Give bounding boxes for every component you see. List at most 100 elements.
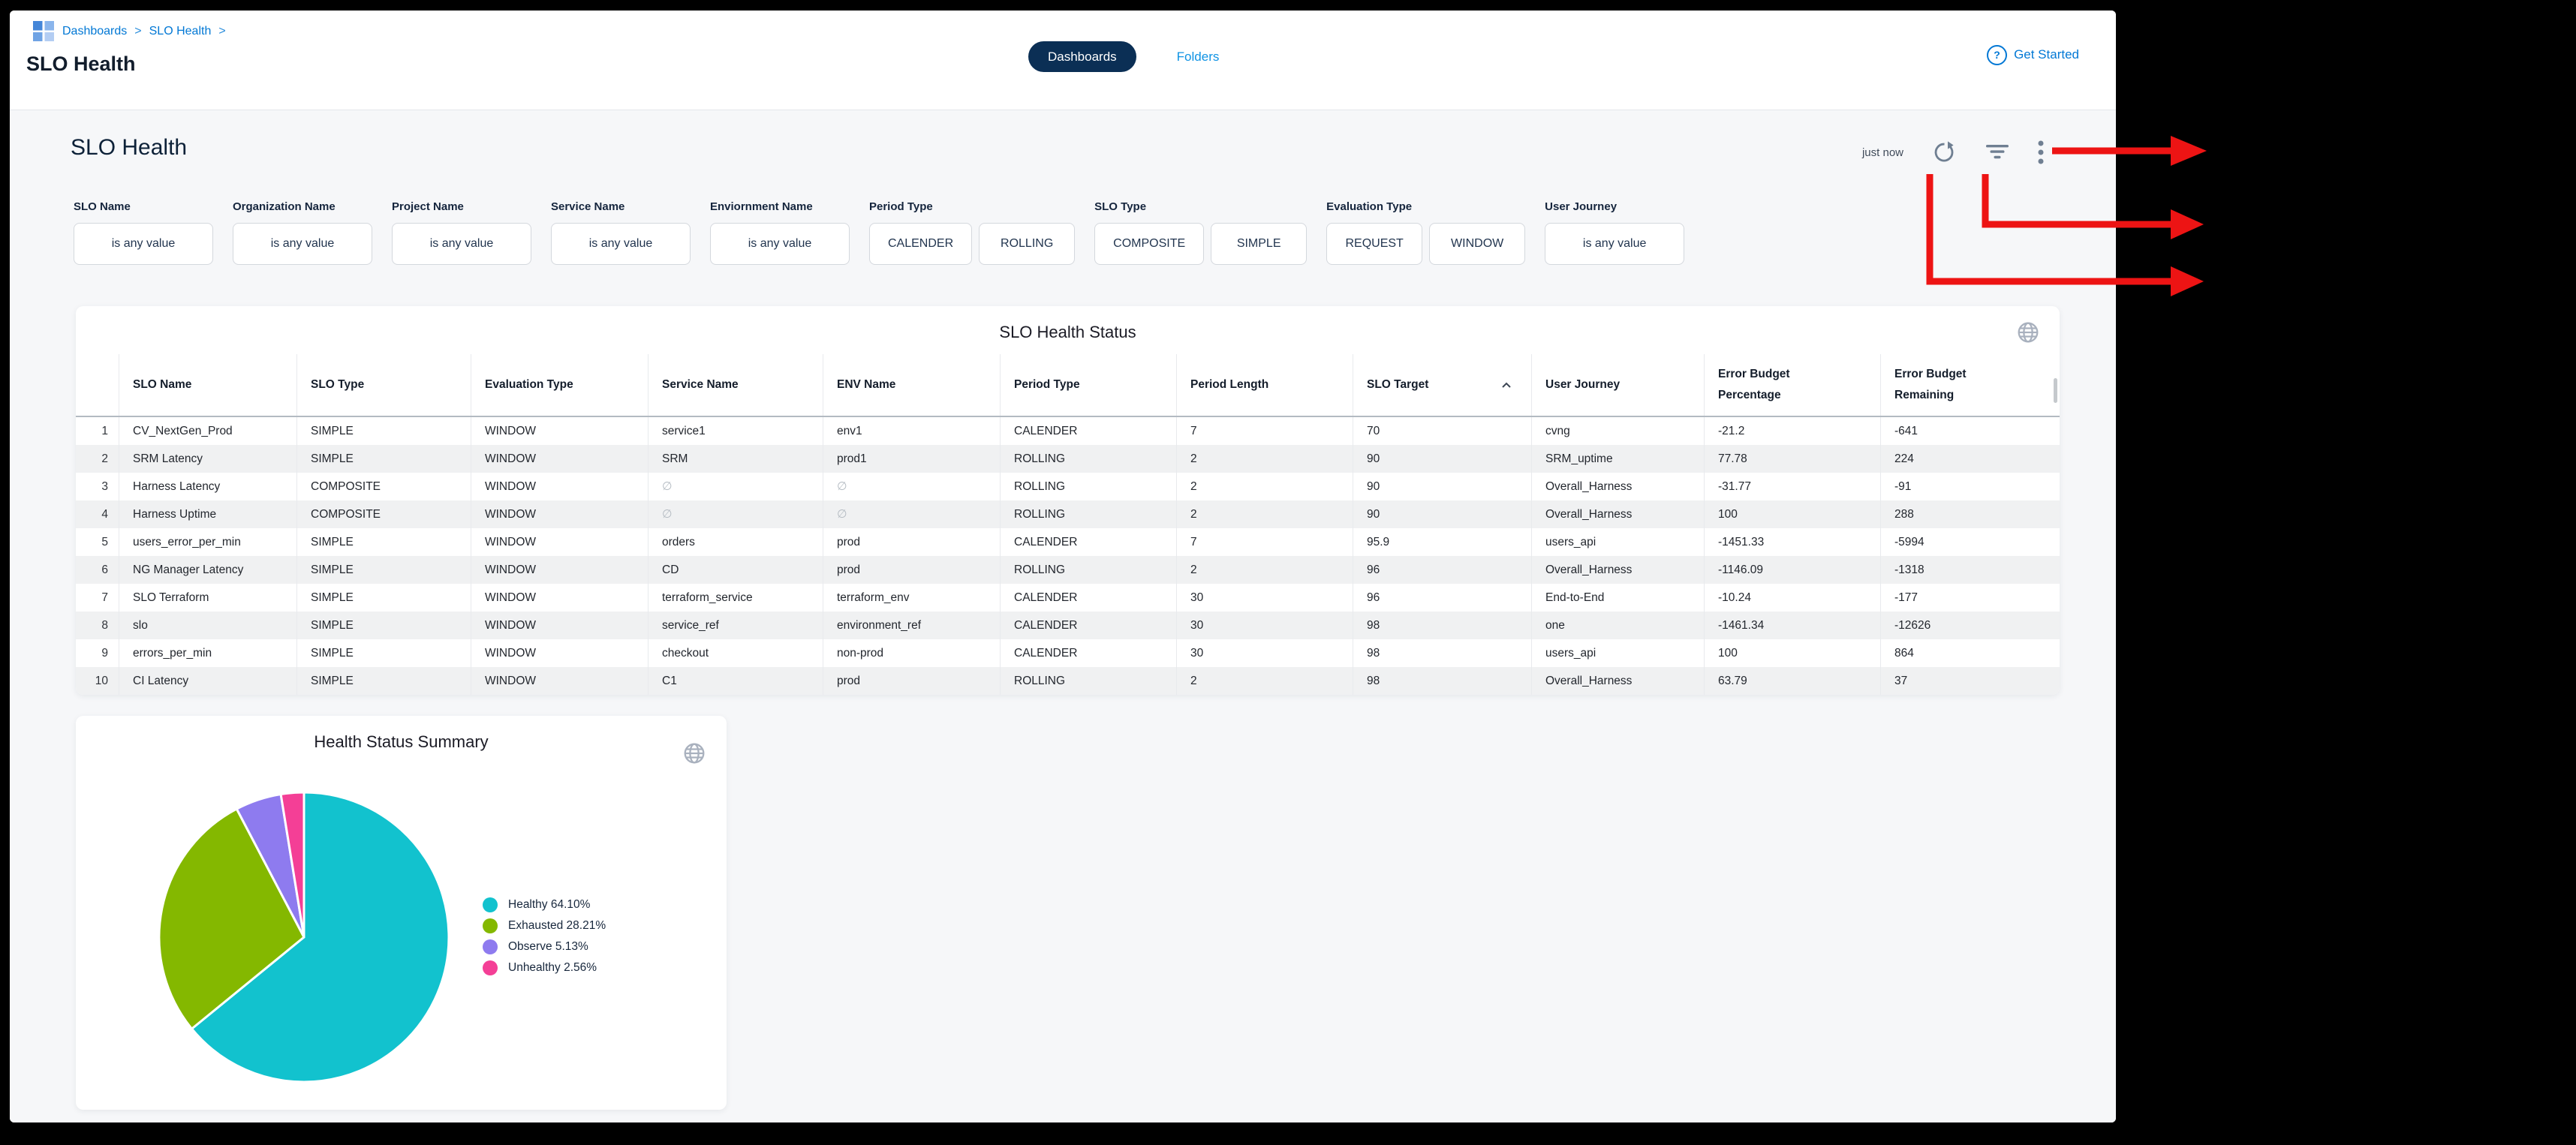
health-status-summary-tile: Health Status Summary Healthy 64.10%Exha… <box>76 716 727 1110</box>
dashboards-grid-icon <box>33 21 55 41</box>
filter-chip[interactable]: WINDOW <box>1429 223 1525 265</box>
column-header[interactable]: User Journey <box>1531 354 1704 416</box>
table-cell: SRM_uptime <box>1531 445 1704 473</box>
table-row: 1CV_NextGen_ProdSIMPLEWINDOWservice1env1… <box>76 417 2060 445</box>
legend-item-observe[interactable]: Observe 5.13% <box>483 936 606 957</box>
table-cell: users_error_per_min <box>119 528 296 556</box>
row-number-cell: 5 <box>76 528 119 556</box>
breadcrumb-item-dashboards[interactable]: Dashboards <box>62 25 127 38</box>
table-cell: COMPOSITE <box>296 473 471 500</box>
column-header[interactable]: Period Length <box>1176 354 1353 416</box>
get-started-link[interactable]: ? Get Started <box>1987 41 2079 69</box>
filter-label: SLO Name <box>74 200 213 213</box>
filter-chip[interactable]: CALENDER <box>869 223 972 265</box>
row-number-cell: 3 <box>76 473 119 500</box>
table-cell: 100 <box>1704 500 1880 528</box>
table-cell: users_api <box>1531 639 1704 667</box>
table-cell: 98 <box>1353 612 1531 639</box>
filter-bar: SLO Nameis any valueOrganization Nameis … <box>74 200 1684 265</box>
column-header[interactable]: SLO Name <box>119 354 296 416</box>
column-header[interactable]: Period Type <box>1000 354 1176 416</box>
filter-chip[interactable]: is any value <box>551 223 691 265</box>
window-title: SLO Health <box>26 53 136 76</box>
more-options-button[interactable] <box>2037 140 2045 165</box>
table-cell: 7 <box>1176 528 1353 556</box>
dashboard-body: SLO Health just now <box>10 110 2116 1122</box>
table-cell: End-to-End <box>1531 584 1704 612</box>
table-cell: 864 <box>1880 639 2060 667</box>
filter-toggle-button[interactable] <box>1985 145 2010 160</box>
column-header[interactable] <box>76 354 119 416</box>
table-cell: 90 <box>1353 473 1531 500</box>
table-cell: 2 <box>1176 556 1353 584</box>
table-cell: cvng <box>1531 417 1704 445</box>
breadcrumb-separator: > <box>134 25 141 38</box>
table-cell: 77.78 <box>1704 445 1880 473</box>
table-cell: 30 <box>1176 584 1353 612</box>
filter-chip[interactable]: ROLLING <box>979 223 1075 265</box>
table-cell: WINDOW <box>471 667 648 695</box>
table-cell: -1461.34 <box>1704 612 1880 639</box>
table-cell: 96 <box>1353 584 1531 612</box>
table-cell: -177 <box>1880 584 2060 612</box>
table-row: 9errors_per_minSIMPLEWINDOWcheckoutnon-p… <box>76 639 2060 667</box>
table-cell: ∅ <box>648 473 823 500</box>
table-title: SLO Health Status <box>76 306 2060 342</box>
table-cell: 288 <box>1880 500 2060 528</box>
breadcrumb-item-slo-health[interactable]: SLO Health <box>149 25 212 38</box>
table-cell: -10.24 <box>1704 584 1880 612</box>
table-cell: users_api <box>1531 528 1704 556</box>
filter-chip[interactable]: is any value <box>710 223 850 265</box>
table-cell: 2 <box>1176 500 1353 528</box>
filter-chip[interactable]: REQUEST <box>1326 223 1422 265</box>
column-header[interactable]: Evaluation Type <box>471 354 648 416</box>
table-cell: service1 <box>648 417 823 445</box>
column-header[interactable]: Error BudgetPercentage <box>1704 354 1880 416</box>
table-cell: 96 <box>1353 556 1531 584</box>
table-cell: NG Manager Latency <box>119 556 296 584</box>
table-cell: errors_per_min <box>119 639 296 667</box>
refresh-button[interactable] <box>1930 139 1958 166</box>
get-started-label: Get Started <box>2014 47 2079 62</box>
table-cell: SIMPLE <box>296 667 471 695</box>
filter-group: SLO Name is any value <box>74 200 213 265</box>
breadcrumb-separator: > <box>218 25 225 38</box>
filter-icon <box>1985 145 2010 160</box>
table-scrollbar[interactable] <box>2054 378 2057 403</box>
filter-chip[interactable]: is any value <box>1545 223 1684 265</box>
table-cell: Overall_Harness <box>1531 556 1704 584</box>
table-cell: 30 <box>1176 639 1353 667</box>
legend-item-exhausted[interactable]: Exhausted 28.21% <box>483 915 606 936</box>
column-header[interactable]: Service Name <box>648 354 823 416</box>
column-header[interactable]: ENV Name <box>823 354 1000 416</box>
tab-dashboards[interactable]: Dashboards <box>1028 41 1136 72</box>
filter-group: Project Name is any value <box>392 200 531 265</box>
legend-label: Exhausted 28.21% <box>508 919 606 933</box>
row-number-cell: 4 <box>76 500 119 528</box>
tile-actions-globe-icon[interactable] <box>683 742 706 768</box>
tile-actions-globe-icon[interactable] <box>2017 321 2039 347</box>
help-icon: ? <box>1987 45 2007 65</box>
filter-chip[interactable]: SIMPLE <box>1211 223 1307 265</box>
table-cell: CALENDER <box>1000 528 1176 556</box>
filter-chip[interactable]: is any value <box>74 223 213 265</box>
column-header[interactable]: SLO Type <box>296 354 471 416</box>
table-cell: prod <box>823 528 1000 556</box>
tab-folders[interactable]: Folders <box>1172 50 1224 65</box>
breadcrumb: Dashboards > SLO Health > <box>33 21 226 41</box>
legend-item-unhealthy[interactable]: Unhealthy 2.56% <box>483 957 606 978</box>
filter-chip[interactable]: is any value <box>233 223 372 265</box>
table-cell: orders <box>648 528 823 556</box>
filter-chip[interactable]: is any value <box>392 223 531 265</box>
legend-item-healthy[interactable]: Healthy 64.10% <box>483 894 606 915</box>
table-cell: -91 <box>1880 473 2060 500</box>
filter-group: Enviornment Nameis any value <box>710 200 850 265</box>
column-header[interactable]: SLO Target <box>1353 354 1531 416</box>
table-cell: CI Latency <box>119 667 296 695</box>
filter-label: Project Name <box>392 200 531 213</box>
table-cell: prod <box>823 667 1000 695</box>
column-header[interactable]: Error BudgetRemaining <box>1880 354 2060 416</box>
filter-chip[interactable]: COMPOSITE <box>1094 223 1204 265</box>
table-cell: 98 <box>1353 667 1531 695</box>
kebab-menu-icon <box>2037 140 2045 165</box>
